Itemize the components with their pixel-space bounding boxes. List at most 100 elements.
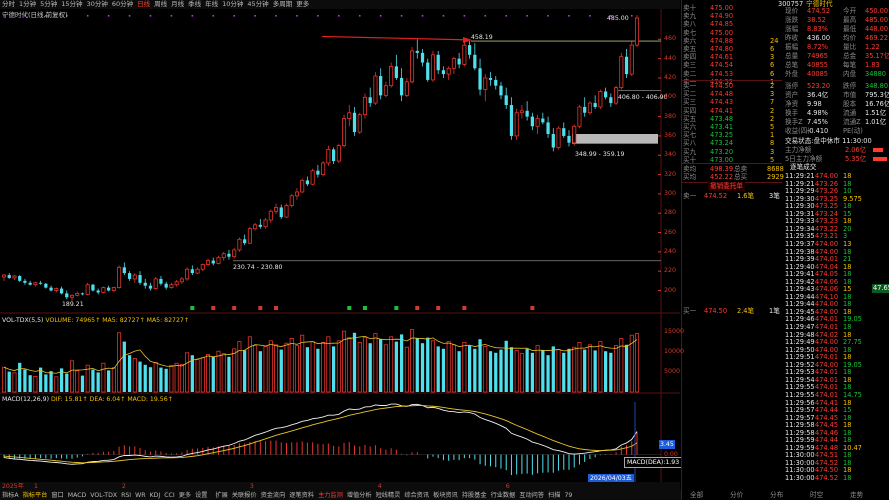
candle-body-66 (347, 112, 352, 119)
signal-marker (347, 306, 352, 310)
indicator-tab-2[interactable]: 窗口 (49, 491, 65, 500)
vol-bar-17 (91, 369, 95, 392)
function-tab-11[interactable]: 互动问答 (517, 491, 546, 500)
candle-body-13 (69, 294, 75, 298)
year-label-1: 1 (33, 483, 38, 490)
vol-bar-72 (379, 339, 383, 392)
vol-bar-6 (33, 375, 38, 393)
indicator-tab-9[interactable]: 更多 (177, 491, 193, 500)
price-tick-label-3: 260 (664, 228, 677, 236)
function-tab-13[interactable]: 79 (562, 491, 574, 500)
period-tab-6[interactable]: 日线 (135, 0, 152, 9)
sell1-extra: 3笔 (769, 192, 780, 200)
candle-body-72 (379, 76, 383, 96)
right-tab-0[interactable]: 全部 (690, 491, 703, 500)
vol-bar-119 (624, 344, 629, 392)
period-tab-0[interactable]: 分时 (0, 0, 17, 9)
function-tab-5[interactable]: 增值分析 (345, 491, 374, 500)
price-tick-label-7: 340 (664, 151, 677, 159)
event-marker (526, 15, 528, 17)
period-tab-1[interactable]: 1分钟 (17, 0, 38, 9)
candle-body-111 (583, 106, 587, 113)
quote-key2-3: 均价 (843, 34, 857, 42)
function-tab-9[interactable]: 持股基金 (460, 491, 489, 500)
indicator-tab-8[interactable]: CCI (162, 491, 176, 500)
candle-body-104 (546, 122, 550, 134)
vol-bar-3 (18, 362, 22, 392)
vol-bar-26 (138, 361, 142, 392)
period-tab-3[interactable]: 15分钟 (59, 0, 84, 9)
function-tab-6[interactable]: 短线精灵 (374, 491, 403, 500)
quote-value-1: 38.52 (807, 16, 826, 24)
vol-bar-75 (394, 341, 398, 392)
right-tab-3[interactable]: 时空 (810, 491, 823, 500)
function-tab-0[interactable]: 扩展 (213, 491, 229, 500)
vol-bar-31 (164, 368, 168, 392)
quote-value-6: 40855 (807, 61, 828, 69)
period-toolbar: 分时 1分钟 5分钟 15分钟 30分钟 60分钟 日线 周线 月线 季线 年线 10分钟 45分钟 多周… (0, 0, 680, 9)
vol-bar-24 (127, 355, 132, 392)
indicator-tab-10[interactable]: 设置 (193, 491, 209, 500)
vol-bar-14 (75, 370, 80, 393)
buy1-price: 474.50 (704, 307, 728, 315)
candle-body-73 (383, 85, 388, 96)
indicator-tab-5[interactable]: RSI (119, 491, 133, 500)
vol-bar-43 (227, 356, 231, 392)
period-tab-13[interactable]: 多周期 (271, 0, 295, 9)
signal-marker (436, 306, 441, 310)
candle-body-52 (274, 207, 279, 212)
function-tab-8[interactable]: 板块资讯 (431, 491, 460, 500)
indicator-tab-3[interactable]: MACD (66, 491, 89, 500)
indicator-tab-7[interactable]: KDJ (148, 491, 163, 500)
period-tab-4[interactable]: 30分钟 (85, 0, 110, 9)
period-tab-5[interactable]: 60分钟 (110, 0, 135, 9)
candle-body-59 (310, 170, 315, 185)
indicator-tab-1[interactable]: 指标平台 (21, 491, 50, 500)
function-tab-2[interactable]: 资金流向 (259, 491, 288, 500)
right-tab-4[interactable]: 走势 (850, 491, 863, 500)
function-tab-10[interactable]: 行业数据 (489, 491, 518, 500)
vol-bar-114 (598, 341, 603, 393)
period-tab-12[interactable]: 45分钟 (245, 0, 270, 9)
candle-17 (91, 283, 95, 292)
indicator-tab-0[interactable]: 指标A (0, 491, 21, 500)
period-tab-10[interactable]: 年线 (203, 0, 220, 9)
right-tab-1[interactable]: 分价 (730, 491, 743, 500)
cancel-order-button[interactable]: 撤销委托单 (708, 182, 745, 191)
function-tab-4[interactable]: 主力监测 (316, 491, 345, 500)
candle-body-5 (28, 282, 32, 285)
candle-body-60 (316, 170, 320, 175)
period-tab-8[interactable]: 月线 (169, 0, 186, 9)
vol-bar-102 (535, 345, 540, 393)
candle-57 (300, 178, 305, 193)
flow-bar-1 (873, 148, 883, 152)
candle-82 (430, 50, 435, 82)
right-tab-2[interactable]: 分布 (770, 491, 783, 500)
function-tab-7[interactable]: 综合资讯 (402, 491, 431, 500)
quote2-value-4: 7.45% (807, 118, 828, 126)
quote-key-3: 昨收 (785, 34, 799, 42)
period-tab-14[interactable]: 更多 (294, 0, 311, 9)
period-tab-11[interactable]: 10分钟 (220, 0, 245, 9)
period-tab-7[interactable]: 周线 (152, 0, 169, 9)
event-marker (421, 15, 424, 17)
function-tab-12[interactable]: 扫描 (546, 491, 562, 500)
period-tab-2[interactable]: 5分钟 (38, 0, 59, 9)
candle-body-119 (624, 56, 629, 75)
quote-key-5: 总量 (785, 52, 799, 60)
indicator-tab-6[interactable]: WR (133, 491, 147, 500)
function-tab-1[interactable]: 关联报价 (230, 491, 259, 500)
event-marker (358, 15, 361, 17)
candle-body-30 (159, 278, 163, 284)
indicator-tab-4[interactable]: VOL-TDX (88, 491, 119, 500)
vol-bar-116 (609, 352, 613, 392)
candle-body-24 (127, 273, 132, 279)
vol-bar-112 (587, 344, 592, 393)
period-tab-9[interactable]: 季线 (186, 0, 203, 9)
candle-body-121 (634, 17, 640, 46)
sell1-vol: 1.6笔 (737, 192, 755, 200)
function-tab-3[interactable]: 逐笔资料 (287, 491, 316, 500)
year-label-4: 4 (377, 483, 382, 490)
year-label-2: 2 (121, 483, 126, 490)
candle-body-120 (629, 44, 634, 75)
